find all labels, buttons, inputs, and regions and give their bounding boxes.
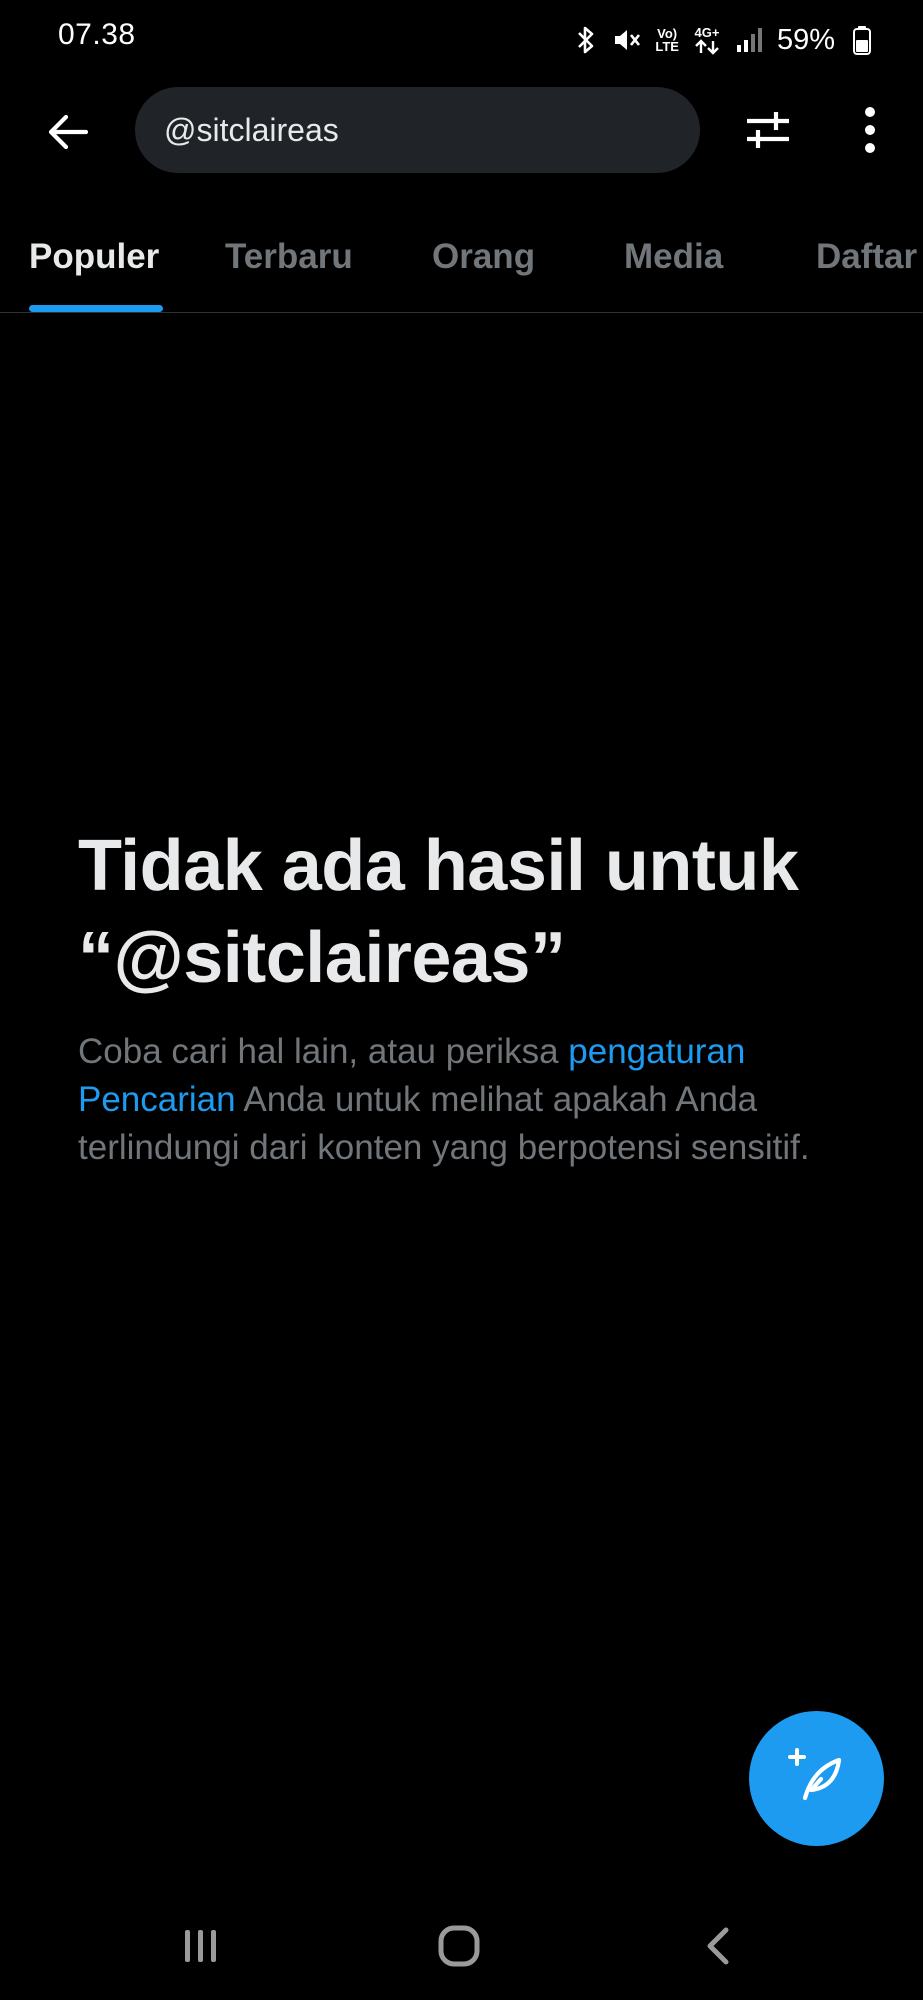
empty-title-query: “@sitclaireas”	[78, 918, 566, 998]
tab-media[interactable]: Media	[624, 215, 734, 312]
tab-terbaru[interactable]: Terbaru	[225, 215, 365, 312]
search-input[interactable]	[164, 111, 664, 149]
compose-feather-plus-icon	[787, 1746, 847, 1811]
tab-label: Terbaru	[225, 237, 353, 276]
volte-icon: Vo) LTE	[655, 27, 679, 53]
search-box[interactable]	[135, 87, 700, 173]
filter-sliders-icon	[744, 106, 792, 159]
empty-state-description: Coba cari hal lain, atau periksa pengatu…	[78, 1028, 868, 1172]
back-arrow-icon	[46, 110, 90, 159]
empty-state-title: Tidak ada hasil untuk “@sitclaireas”	[78, 820, 868, 1004]
bluetooth-icon	[575, 25, 597, 55]
back-icon	[698, 1924, 738, 1973]
active-tab-indicator	[29, 305, 163, 312]
system-back-button[interactable]	[683, 1918, 753, 1978]
status-time: 07.38	[58, 18, 136, 51]
desc-before: Coba cari hal lain, atau periksa	[78, 1032, 569, 1071]
4g-label: 4G+	[694, 24, 720, 40]
more-options-button[interactable]	[842, 104, 898, 160]
recent-apps-button[interactable]	[166, 1918, 236, 1978]
tab-label: Orang	[432, 237, 536, 276]
tab-daftar[interactable]: Daftar	[816, 215, 923, 312]
tab-orang[interactable]: Orang	[432, 215, 542, 312]
battery-icon	[853, 25, 871, 55]
4g-data-icon: 4G+	[693, 26, 721, 55]
tab-label: Populer	[29, 237, 160, 276]
more-vertical-icon	[863, 106, 877, 159]
tab-label: Media	[624, 237, 724, 276]
system-nav-bar	[0, 1900, 923, 2000]
search-filter-button[interactable]	[740, 104, 796, 160]
tab-label: Daftar	[816, 237, 918, 276]
status-icons: Vo) LTE 4G+ 59%	[575, 18, 871, 62]
volte-bottom-label: LTE	[655, 39, 679, 54]
recent-apps-icon	[181, 1926, 221, 1971]
empty-title-line1: Tidak ada hasil untuk	[78, 826, 799, 906]
home-icon	[437, 1924, 481, 1973]
back-button[interactable]	[40, 106, 96, 162]
status-bar: 07.38 Vo) LTE 4G+ 59%	[0, 0, 923, 78]
empty-state: Tidak ada hasil untuk “@sitclaireas” Cob…	[78, 820, 868, 1172]
signal-icon	[735, 26, 763, 54]
tab-populer[interactable]: Populer	[29, 215, 163, 312]
home-button[interactable]	[424, 1918, 494, 1978]
search-tabs: Populer Terbaru Orang Media Daftar	[0, 215, 923, 313]
top-app-bar	[0, 78, 923, 183]
battery-percent: 59%	[776, 23, 835, 56]
compose-post-button[interactable]	[749, 1711, 884, 1846]
mute-icon	[611, 25, 641, 55]
